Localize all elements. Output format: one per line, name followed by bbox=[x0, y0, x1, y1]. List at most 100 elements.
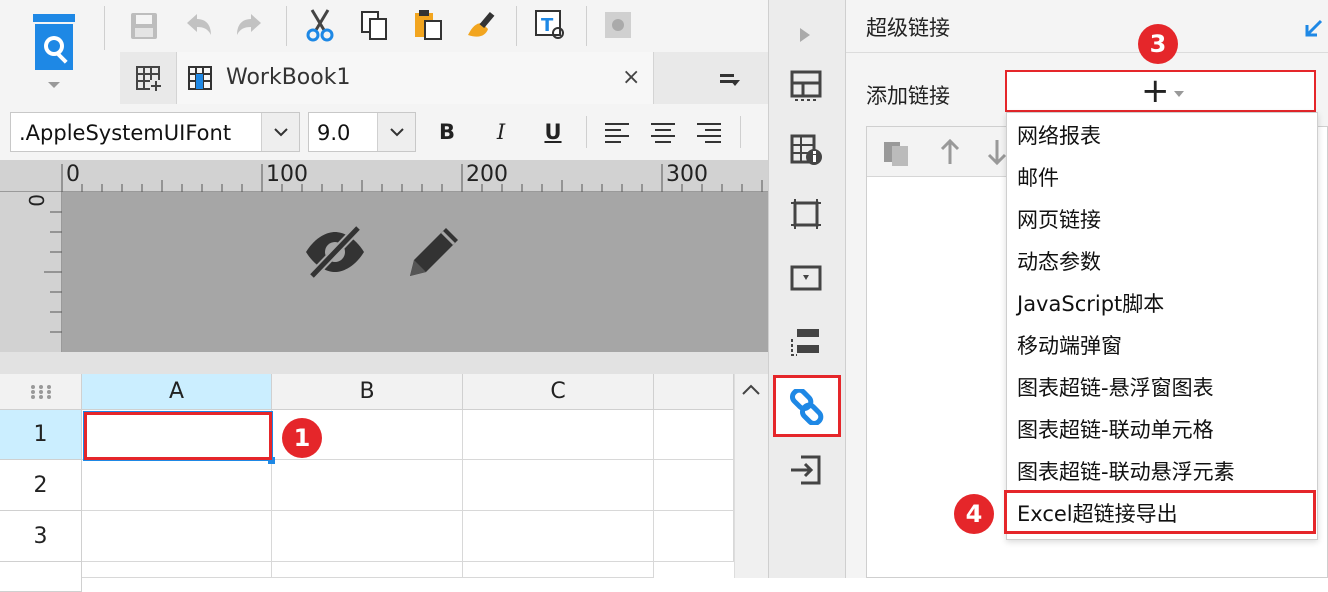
chevron-down-icon[interactable] bbox=[377, 113, 415, 151]
save-icon[interactable] bbox=[126, 8, 162, 44]
menu-item-javascript[interactable]: JavaScript脚本 bbox=[1017, 283, 1164, 325]
font-size-value: 9.0 bbox=[317, 121, 351, 145]
format-brush-icon[interactable] bbox=[464, 6, 500, 44]
ruler-label: 0 bbox=[66, 162, 80, 187]
text-insert-icon[interactable]: T bbox=[532, 6, 568, 44]
import-icon[interactable] bbox=[786, 450, 826, 490]
divider bbox=[740, 116, 741, 148]
cell[interactable] bbox=[654, 511, 734, 562]
font-family-value: .AppleSystemUIFont bbox=[19, 121, 232, 145]
hyperlink-icon[interactable] bbox=[786, 386, 828, 428]
divider bbox=[846, 52, 1328, 53]
expand-panel-icon[interactable] bbox=[790, 20, 820, 50]
cell[interactable] bbox=[654, 410, 734, 460]
cell-info-icon[interactable] bbox=[786, 130, 826, 170]
collapse-arrow-icon[interactable] bbox=[1298, 14, 1328, 44]
copy-link-icon[interactable] bbox=[879, 135, 915, 169]
cell-b3[interactable] bbox=[272, 511, 463, 562]
cell-a3[interactable] bbox=[82, 511, 272, 562]
ruler-label: 0 bbox=[24, 194, 48, 207]
menu-item-chart-floating-chart[interactable]: 图表超链-悬浮窗图表 bbox=[1017, 367, 1214, 409]
cell-c2[interactable] bbox=[463, 460, 654, 511]
highlight-cell-a1 bbox=[84, 412, 272, 460]
menu-item-dynamic-parameter[interactable]: 动态参数 bbox=[1017, 241, 1101, 283]
plus-icon: + bbox=[1141, 71, 1170, 111]
step-badge-4: 4 bbox=[954, 494, 994, 534]
menu-item-email[interactable]: 邮件 bbox=[1017, 157, 1059, 199]
grid-dots-icon bbox=[30, 384, 51, 399]
align-right-icon[interactable] bbox=[692, 116, 726, 148]
cell[interactable] bbox=[654, 460, 734, 511]
widget-icon[interactable] bbox=[786, 258, 826, 298]
divider bbox=[286, 6, 287, 46]
undo-icon[interactable] bbox=[180, 8, 216, 44]
column-header-c[interactable]: C bbox=[463, 374, 654, 410]
underline-button[interactable]: U bbox=[536, 114, 570, 150]
menu-item-web-link[interactable]: 网页链接 bbox=[1017, 199, 1101, 241]
align-center-icon[interactable] bbox=[646, 116, 680, 148]
cell-c4[interactable] bbox=[463, 562, 654, 578]
link-list-toolbar bbox=[867, 127, 1007, 177]
chevron-up-icon bbox=[742, 384, 760, 395]
condition-attributes-icon[interactable] bbox=[786, 322, 826, 362]
spreadsheet-grid: A B C 1 2 3 bbox=[0, 374, 768, 592]
row-header-4[interactable] bbox=[0, 562, 82, 592]
workbook-icon bbox=[184, 62, 216, 94]
close-tab-icon[interactable]: × bbox=[622, 62, 640, 94]
divider bbox=[586, 116, 587, 148]
pencil-icon[interactable] bbox=[400, 218, 468, 286]
move-up-icon[interactable] bbox=[933, 135, 967, 169]
font-size-select[interactable]: 9.0 bbox=[308, 112, 416, 152]
menu-item-web-report[interactable]: 网络报表 bbox=[1017, 115, 1101, 157]
row-header-1[interactable]: 1 bbox=[0, 410, 82, 460]
step-badge-1: 1 bbox=[282, 418, 322, 458]
horizontal-ruler bbox=[0, 160, 768, 192]
cell-c1[interactable] bbox=[463, 410, 654, 460]
eye-off-icon[interactable] bbox=[300, 220, 370, 284]
bold-button[interactable]: B bbox=[430, 114, 464, 150]
menu-item-chart-linked-floating-element[interactable]: 图表超链-联动悬浮元素 bbox=[1017, 451, 1235, 493]
chevron-down-icon bbox=[1173, 90, 1185, 98]
cell-c3[interactable] bbox=[463, 511, 654, 562]
column-header-b[interactable]: B bbox=[272, 374, 463, 410]
tab-menu-icon[interactable] bbox=[712, 62, 746, 96]
redo-icon[interactable] bbox=[232, 8, 268, 44]
chevron-down-icon[interactable] bbox=[44, 78, 64, 92]
vertical-ruler bbox=[0, 192, 62, 352]
column-header[interactable] bbox=[654, 374, 734, 410]
add-link-button[interactable]: + bbox=[1005, 70, 1316, 112]
highlight-excel-export bbox=[1004, 490, 1316, 534]
cell-b4[interactable] bbox=[272, 562, 463, 578]
panel-title: 超级链接 bbox=[866, 16, 950, 40]
cell-b2[interactable] bbox=[272, 460, 463, 511]
divider bbox=[0, 352, 768, 374]
font-family-select[interactable]: .AppleSystemUIFont bbox=[10, 112, 300, 152]
paste-icon[interactable] bbox=[410, 6, 446, 44]
border-icon[interactable] bbox=[786, 194, 826, 234]
new-sheet-icon[interactable] bbox=[130, 60, 166, 96]
cell-a2[interactable] bbox=[82, 460, 272, 511]
grid-corner[interactable] bbox=[0, 374, 82, 410]
search-report-icon[interactable] bbox=[26, 10, 82, 76]
row-header-2[interactable]: 2 bbox=[0, 460, 82, 511]
menu-item-chart-linked-cell[interactable]: 图表超链-联动单元格 bbox=[1017, 409, 1214, 451]
preview-icon[interactable] bbox=[600, 6, 636, 44]
align-left-icon[interactable] bbox=[600, 116, 634, 148]
menu-item-mobile-popup[interactable]: 移动端弹窗 bbox=[1017, 325, 1122, 367]
copy-icon[interactable] bbox=[356, 6, 392, 44]
ruler-label: 300 bbox=[666, 162, 708, 187]
row-header-3[interactable]: 3 bbox=[0, 511, 82, 562]
cell-a4[interactable] bbox=[82, 562, 272, 578]
add-link-label: 添加链接 bbox=[866, 84, 950, 108]
add-link-menu: 网络报表 邮件 网页链接 动态参数 JavaScript脚本 移动端弹窗 图表超… bbox=[1006, 112, 1318, 540]
vertical-scrollbar[interactable] bbox=[734, 374, 768, 578]
cell-attributes-icon[interactable] bbox=[786, 66, 826, 106]
italic-button[interactable]: I bbox=[484, 114, 518, 150]
ruler-label: 100 bbox=[266, 162, 308, 187]
divider bbox=[516, 6, 517, 46]
tab-title: WorkBook1 bbox=[226, 65, 351, 90]
column-header-a[interactable]: A bbox=[82, 374, 272, 410]
step-badge-3: 3 bbox=[1138, 24, 1178, 64]
cut-icon[interactable] bbox=[302, 6, 338, 44]
chevron-down-icon[interactable] bbox=[261, 113, 299, 151]
